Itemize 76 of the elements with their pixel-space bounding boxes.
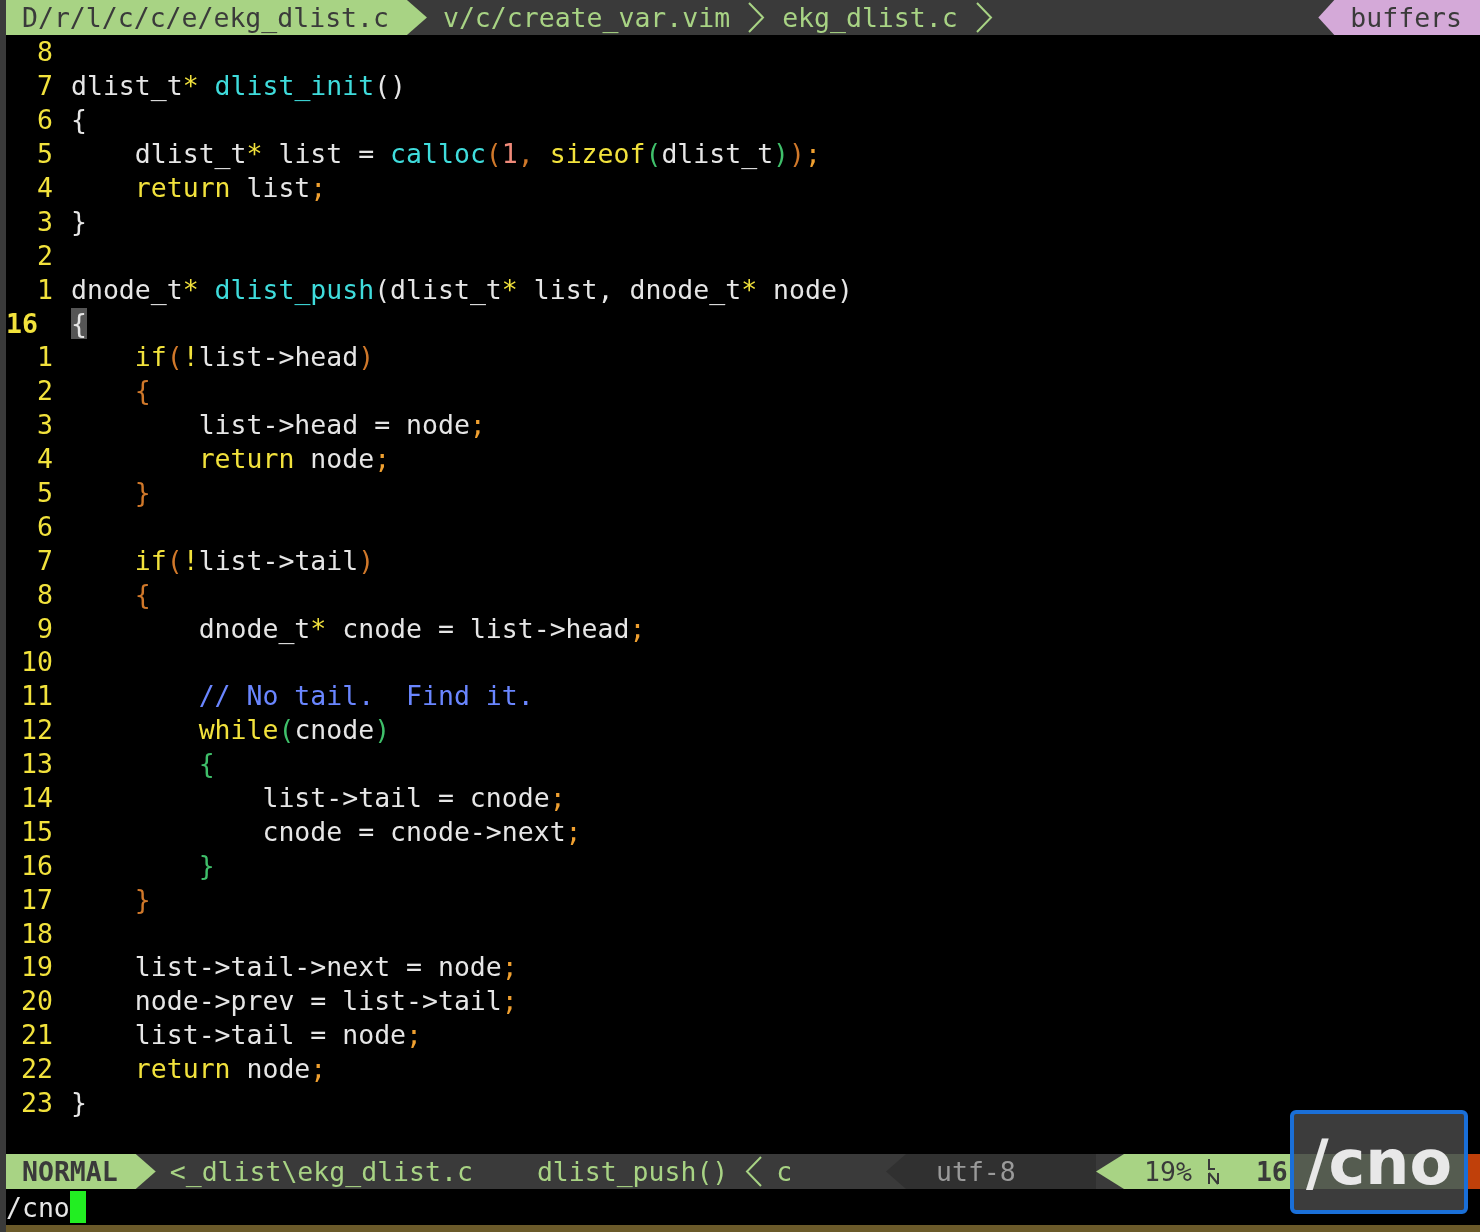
line-number: 1	[37, 341, 53, 373]
line-number: 6	[37, 104, 53, 136]
line-number: 10	[21, 646, 53, 678]
code-line: return node;	[197, 443, 391, 475]
line-number: 5	[37, 477, 53, 508]
code-line: return list;	[133, 172, 327, 203]
line-number: 15	[21, 815, 53, 847]
line-number: 23	[21, 1087, 53, 1119]
line-number: 2	[37, 239, 53, 271]
chevron-icon	[973, 1, 994, 34]
code-line: }	[197, 849, 215, 881]
line-number: 4	[37, 172, 53, 203]
encoding: utf-8	[936, 1156, 1016, 1187]
code-line: if(!list->head)	[133, 341, 375, 373]
tab[interactable]: ekg_dlist.c	[766, 0, 974, 35]
line-number: 2	[37, 375, 53, 407]
code-line: dnode_t* dlist_push(dlist_t* list, dnode_t* node)	[71, 273, 853, 305]
chevron-icon	[746, 1, 767, 34]
code-line: node->prev = list->tail;	[133, 985, 518, 1017]
line-number: 7	[37, 544, 53, 576]
code-line: }	[133, 477, 151, 508]
file-path: <_dlist\ekg_dlist.c	[169, 1156, 473, 1187]
code-line: list->tail = cnode;	[261, 782, 566, 814]
line-icon	[1205, 1157, 1222, 1186]
code-line: {	[133, 578, 151, 610]
code-line: dnode_t* cnode = list->head;	[197, 612, 646, 644]
code-line: list->head = node;	[197, 409, 486, 441]
line-number: 5	[37, 138, 53, 170]
buffers-label: buffers	[1318, 0, 1480, 35]
line-number: 16	[6, 307, 38, 339]
line-number: 21	[21, 1019, 53, 1051]
filetype: c	[776, 1156, 793, 1187]
line-number: 9	[37, 612, 53, 644]
line-number: 12	[21, 714, 53, 746]
code-line: {	[133, 375, 151, 407]
line-number: 7	[37, 70, 53, 102]
line-number: 3	[37, 409, 53, 441]
command-line[interactable]: /cno	[6, 1191, 70, 1223]
line-number: 16	[21, 849, 53, 881]
chevron-icon	[744, 1155, 765, 1188]
line-number: 22	[21, 1053, 53, 1085]
line-number: 8	[37, 36, 53, 68]
code-line: dlist_t* list = calloc(1, sizeof(dlist_t));	[133, 138, 821, 170]
line-number: 14	[21, 782, 53, 814]
code-line: }	[71, 205, 87, 237]
line-number: 18	[21, 917, 53, 949]
line-number: 8	[37, 578, 53, 610]
line-number-status: 16	[1255, 1156, 1288, 1187]
code-line: }	[71, 1087, 87, 1119]
tab[interactable]: D/r/l/c/c/e/ekg_dlist.c	[6, 0, 427, 35]
line-number: 20	[21, 985, 53, 1017]
keystroke-overlay: /cno	[1290, 1110, 1468, 1214]
code-line: list->tail->next = node;	[133, 951, 518, 983]
line-number: 19	[21, 951, 53, 983]
tab[interactable]: v/c/create_var.vim	[426, 0, 747, 35]
percent: 19%	[1144, 1156, 1192, 1187]
line-number: 6	[37, 510, 53, 542]
code-line: // No tail. Find it.	[197, 680, 534, 712]
code-line: cnode = cnode->next;	[261, 815, 582, 847]
line-number: 13	[21, 748, 53, 780]
code-line: return node;	[133, 1053, 327, 1085]
line-number: 11	[21, 680, 53, 712]
mode-indicator: NORMAL	[6, 1154, 156, 1189]
line-number: 1	[37, 273, 53, 305]
function-name: dlist_push()	[536, 1156, 729, 1187]
line-number: 17	[21, 883, 53, 915]
code-line: {	[197, 748, 215, 780]
code-line: if(!list->tail)	[133, 544, 375, 576]
code-line: list->tail = node;	[133, 1019, 422, 1051]
line-number: 4	[37, 443, 53, 475]
code-line: while(cnode)	[197, 714, 391, 746]
code-line: {	[71, 104, 87, 136]
code-line: dlist_t* dlist_init()	[71, 70, 407, 102]
code-line: }	[133, 883, 151, 915]
text-cursor	[69, 1191, 86, 1223]
line-number: 3	[37, 205, 53, 237]
